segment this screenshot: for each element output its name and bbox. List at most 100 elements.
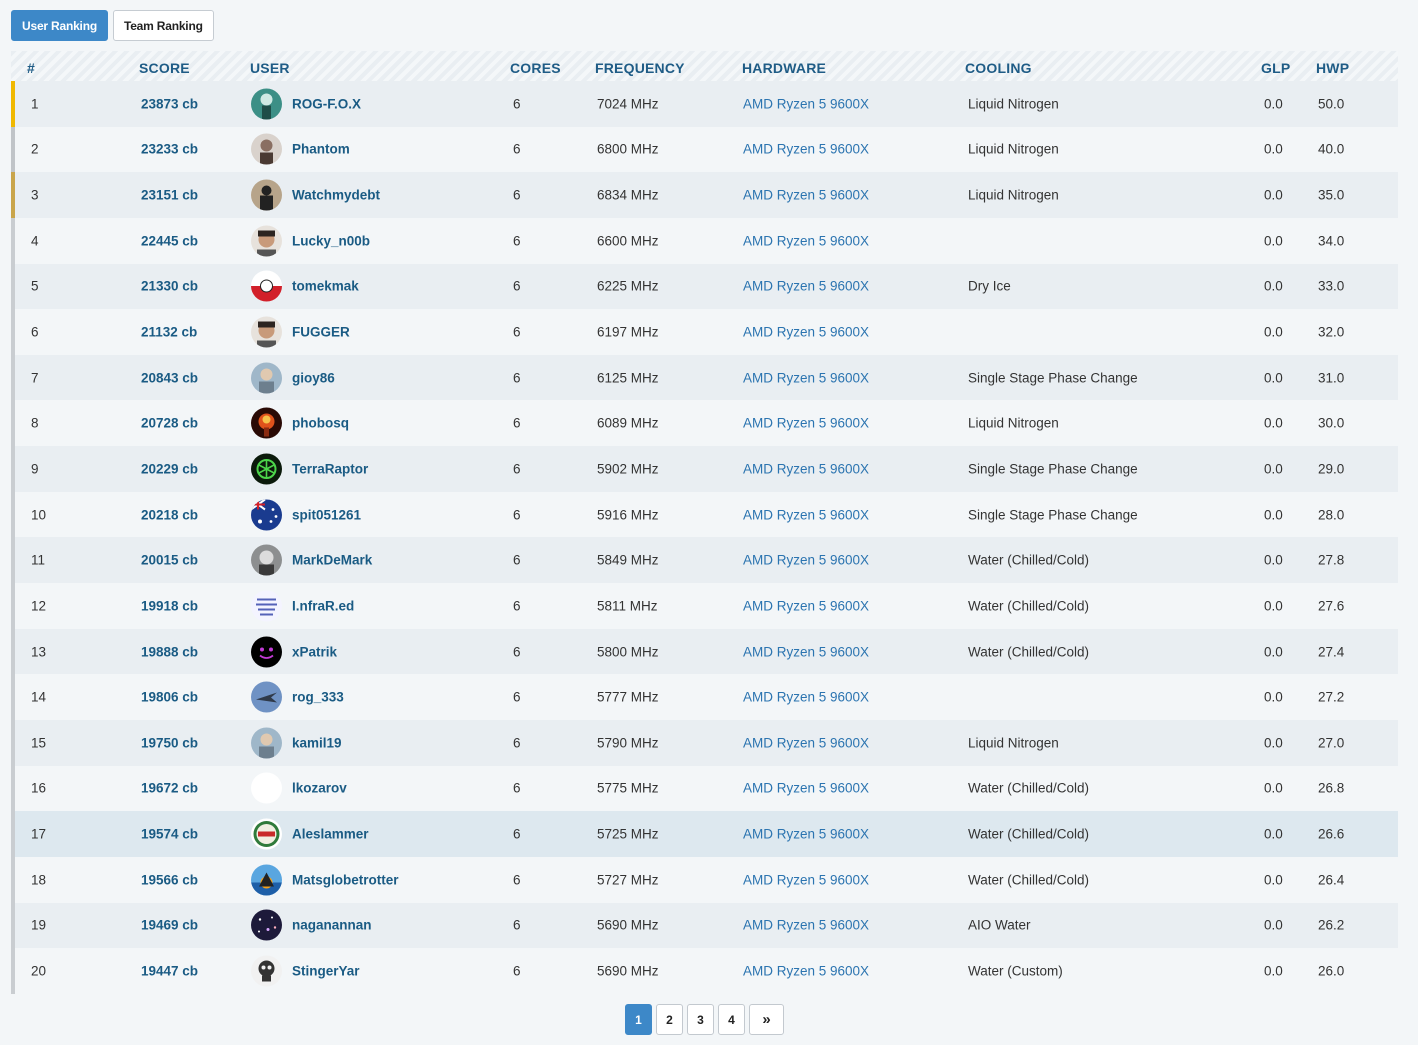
score-link[interactable]: 20218 cb (141, 507, 198, 522)
hardware-link[interactable]: AMD Ryzen 5 9600X (743, 461, 869, 476)
hardware-link[interactable]: AMD Ryzen 5 9600X (743, 233, 869, 248)
green-symbol-avatar[interactable] (251, 453, 282, 485)
hardware-link[interactable]: AMD Ryzen 5 9600X (743, 690, 869, 705)
score-link[interactable]: 20843 cb (141, 370, 198, 385)
hardware-link[interactable]: AMD Ryzen 5 9600X (743, 507, 869, 522)
user-link[interactable]: spit051261 (292, 507, 361, 522)
user-link[interactable]: kamil19 (292, 735, 342, 750)
skull-avatar[interactable] (251, 955, 282, 987)
user-link[interactable]: StingerYar (292, 963, 360, 978)
score-link[interactable]: 19574 cb (141, 827, 198, 842)
score-link[interactable]: 19806 cb (141, 690, 198, 705)
photo-avatar[interactable] (251, 362, 282, 394)
teal-figure-avatar[interactable] (251, 88, 282, 120)
australia-flag-avatar[interactable] (251, 499, 282, 531)
rank-cell: 9 (31, 461, 39, 477)
hardware-link[interactable]: AMD Ryzen 5 9600X (743, 827, 869, 842)
galaxy-avatar[interactable] (251, 909, 282, 941)
face-avatar[interactable] (251, 225, 282, 257)
user-link[interactable]: rog_333 (292, 690, 344, 705)
score-link[interactable]: 21330 cb (141, 279, 198, 294)
user-link[interactable]: xPatrik (292, 644, 337, 659)
score-link[interactable]: 19888 cb (141, 644, 198, 659)
score-link[interactable]: 20229 cb (141, 461, 198, 476)
score-link[interactable]: 19566 cb (141, 872, 198, 887)
hardware-link[interactable]: AMD Ryzen 5 9600X (743, 370, 869, 385)
score-link[interactable]: 22445 cb (141, 233, 198, 248)
user-link[interactable]: phobosq (292, 416, 349, 431)
user-link[interactable]: tomekmak (292, 279, 359, 294)
table-row: 7 20843 cb gioy86 6 6125 MHz AMD Ryzen 5 9600… (11, 354, 1398, 401)
face-avatar[interactable] (251, 316, 282, 348)
score-link[interactable]: 23233 cb (141, 142, 198, 157)
hardware-link[interactable]: AMD Ryzen 5 9600X (743, 963, 869, 978)
hardware-link[interactable]: AMD Ryzen 5 9600X (743, 96, 869, 111)
tab-team-ranking[interactable]: Team Ranking (112, 10, 214, 41)
hardware-link[interactable]: AMD Ryzen 5 9600X (743, 416, 869, 431)
page-button-1[interactable]: 1 (625, 1004, 652, 1035)
frequency-cell: 6125 MHz (597, 370, 659, 386)
user-link[interactable]: I.nfraR.ed (292, 598, 354, 613)
person-avatar[interactable] (251, 133, 282, 165)
black-face-avatar[interactable] (251, 636, 282, 667)
photo-avatar[interactable] (251, 727, 282, 759)
sunset-avatar[interactable] (251, 864, 282, 896)
score-link[interactable]: 23873 cb (141, 96, 198, 111)
hardware-link[interactable]: AMD Ryzen 5 9600X (743, 279, 869, 294)
user-link[interactable]: Aleslammer (292, 827, 369, 842)
score-link[interactable]: 23151 cb (141, 188, 198, 203)
score-link[interactable]: 20728 cb (141, 416, 198, 431)
user-link[interactable]: naganannan (292, 918, 372, 933)
explosion-avatar[interactable] (251, 407, 282, 439)
page-button-3[interactable]: 3 (687, 1004, 714, 1035)
page-button-4[interactable]: 4 (718, 1004, 745, 1035)
next-pages-icon[interactable]: » (749, 1004, 784, 1035)
hardware-link[interactable]: AMD Ryzen 5 9600X (743, 142, 869, 157)
header-hardware[interactable]: HARDWARE (742, 60, 826, 76)
header-score[interactable]: SCORE (139, 60, 190, 76)
hardware-link[interactable]: AMD Ryzen 5 9600X (743, 644, 869, 659)
page-button-2[interactable]: 2 (656, 1004, 683, 1035)
jet-avatar[interactable] (251, 681, 282, 713)
cooling-cell: Dry Ice (968, 278, 1011, 294)
user-link[interactable]: gioy86 (292, 370, 335, 385)
text-avatar[interactable] (251, 590, 282, 622)
header-glp[interactable]: GLP (1261, 60, 1290, 76)
badge-avatar[interactable] (251, 818, 282, 850)
hardware-link[interactable]: AMD Ryzen 5 9600X (743, 781, 869, 796)
header-hwp[interactable]: HWP (1316, 60, 1349, 76)
header-user[interactable]: USER (250, 60, 290, 76)
hardware-link[interactable]: AMD Ryzen 5 9600X (743, 325, 869, 340)
hardware-link[interactable]: AMD Ryzen 5 9600X (743, 735, 869, 750)
score-link[interactable]: 21132 cb (141, 325, 197, 340)
user-link[interactable]: Matsglobetrotter (292, 872, 399, 887)
header-cores[interactable]: CORES (510, 60, 561, 76)
hardware-link[interactable]: AMD Ryzen 5 9600X (743, 598, 869, 613)
header-cooling[interactable]: COOLING (965, 60, 1032, 76)
user-link[interactable]: ROG-F.O.X (292, 96, 361, 111)
tab-user-ranking[interactable]: User Ranking (11, 10, 108, 41)
header-frequency[interactable]: FREQUENCY (595, 60, 685, 76)
score-link[interactable]: 19447 cb (141, 963, 198, 978)
grey-avatar[interactable] (251, 544, 282, 576)
blank-avatar[interactable] (251, 772, 282, 804)
hardware-link[interactable]: AMD Ryzen 5 9600X (743, 872, 869, 887)
red-white-avatar[interactable] (251, 270, 282, 302)
user-link[interactable]: TerraRaptor (292, 461, 368, 476)
score-link[interactable]: 19750 cb (141, 735, 198, 750)
score-link[interactable]: 20015 cb (141, 553, 198, 568)
score-link[interactable]: 19469 cb (141, 918, 198, 933)
cores-cell: 6 (513, 96, 521, 112)
silhouette-avatar[interactable] (251, 179, 282, 211)
hardware-link[interactable]: AMD Ryzen 5 9600X (743, 188, 869, 203)
user-link[interactable]: lkozarov (292, 781, 347, 796)
hardware-link[interactable]: AMD Ryzen 5 9600X (743, 918, 869, 933)
user-link[interactable]: Phantom (292, 142, 350, 157)
hardware-link[interactable]: AMD Ryzen 5 9600X (743, 553, 869, 568)
user-link[interactable]: Lucky_n00b (292, 233, 370, 248)
user-link[interactable]: FUGGER (292, 325, 350, 340)
user-link[interactable]: Watchmydebt (292, 188, 380, 203)
user-link[interactable]: MarkDeMark (292, 553, 372, 568)
score-link[interactable]: 19672 cb (141, 781, 198, 796)
score-link[interactable]: 19918 cb (141, 598, 198, 613)
